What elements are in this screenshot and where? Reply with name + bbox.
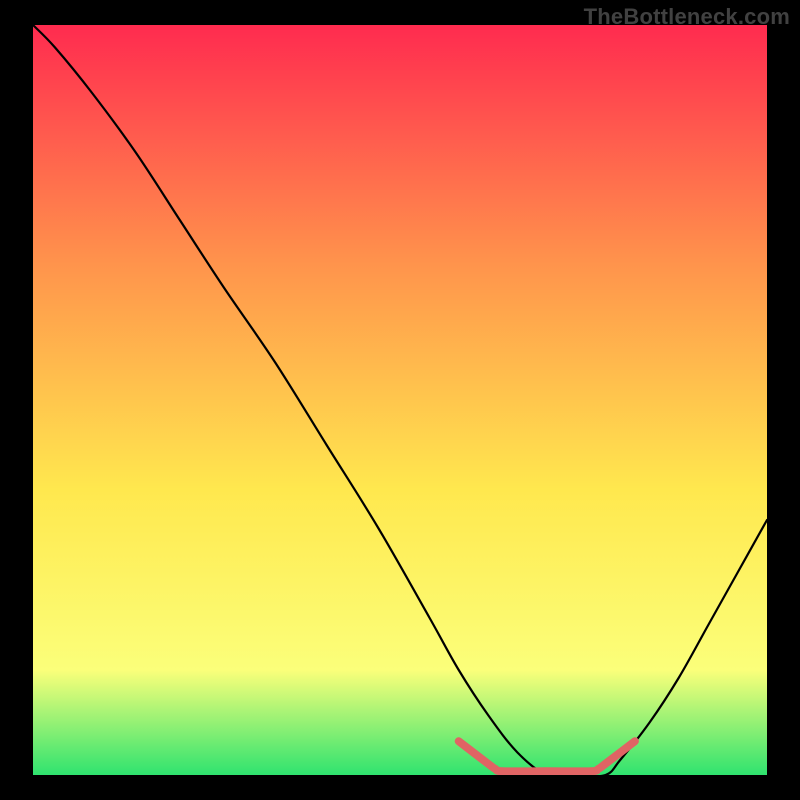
gradient-background	[33, 25, 767, 775]
plot-area	[33, 25, 767, 775]
chart-svg	[33, 25, 767, 775]
chart-frame: TheBottleneck.com	[0, 0, 800, 800]
watermark-text: TheBottleneck.com	[584, 4, 790, 30]
